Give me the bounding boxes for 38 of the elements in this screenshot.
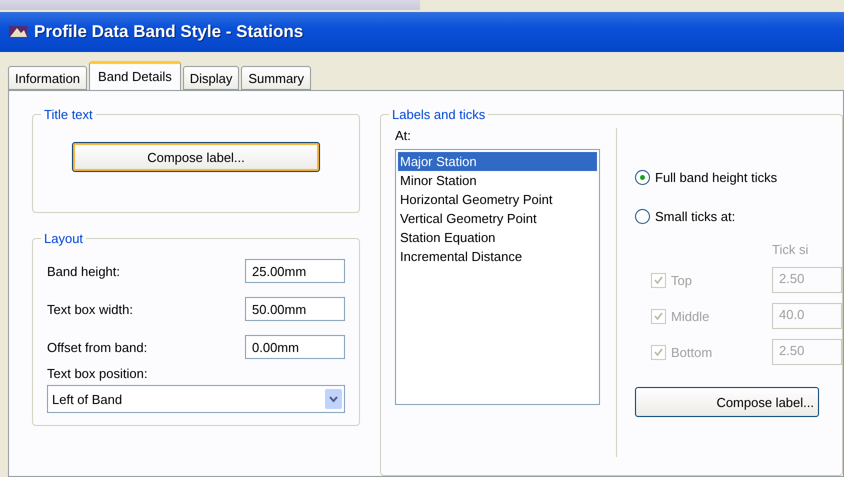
input-field[interactable]: 0.00mm	[245, 335, 345, 359]
radio-button[interactable]	[635, 170, 650, 185]
tab[interactable]: Display	[182, 66, 240, 90]
group-title: Labels and ticks	[391, 107, 486, 122]
field-label: Offset from band:	[47, 340, 148, 354]
list-item[interactable]: Minor Station	[398, 171, 597, 190]
field-label: Band height:	[47, 264, 120, 278]
compose-label-button[interactable]: Compose label...	[72, 142, 320, 172]
input-field[interactable]: 25.00mm	[245, 259, 345, 283]
field-label: At:	[395, 128, 412, 143]
tab[interactable]: Band Details	[89, 61, 181, 90]
tab[interactable]: Information	[8, 66, 88, 90]
compose-label-button[interactable]: Compose label...	[635, 387, 819, 417]
checkbox-label: Middle	[671, 308, 710, 324]
checkbox-label: Bottom	[671, 344, 712, 360]
group-title: Layout	[43, 231, 84, 246]
list-item[interactable]: Incremental Distance	[398, 247, 597, 266]
checkbox-label: Top	[671, 272, 692, 288]
list-item[interactable]: Horizontal Geometry Point	[398, 190, 597, 209]
list-item[interactable]: Vertical Geometry Point	[398, 209, 597, 228]
radio-button[interactable]	[635, 209, 650, 224]
checkmark-icon	[654, 348, 663, 356]
group-title: Title text	[43, 107, 94, 122]
list-item[interactable]: Major Station	[398, 152, 597, 171]
column-header: Tick si	[772, 242, 810, 257]
app-icon	[8, 24, 28, 40]
input-field[interactable]: 50.00mm	[245, 297, 345, 321]
checkmark-icon	[654, 312, 663, 320]
window-title: Profile Data Band Style - Stations	[34, 22, 304, 42]
checkmark-icon	[654, 276, 663, 284]
position-dropdown[interactable]: Left of Band	[47, 385, 345, 413]
tab[interactable]: Summary	[241, 66, 312, 90]
field-label: Text box position:	[47, 366, 148, 381]
radio-label: Full band height ticks	[655, 170, 778, 185]
field-label: Text box width:	[47, 302, 133, 316]
list-item[interactable]: Station Equation	[398, 228, 597, 247]
chevron-down-icon	[325, 389, 342, 409]
radio-label: Small ticks at:	[655, 209, 736, 224]
